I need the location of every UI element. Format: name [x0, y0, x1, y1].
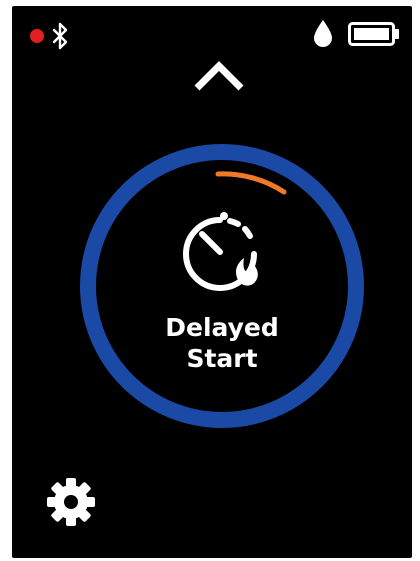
status-bar-left [30, 22, 68, 50]
mode-label: Delayed Start [165, 313, 279, 373]
gear-icon [47, 478, 95, 526]
battery-fill [354, 28, 389, 40]
delayed-start-timer-icon [183, 212, 258, 291]
bluetooth-icon [52, 22, 68, 50]
chevron-up-icon [194, 61, 244, 91]
recording-indicator-dot [30, 29, 44, 43]
water-drop-icon [314, 20, 332, 47]
scroll-up-button[interactable] [191, 58, 247, 94]
delayed-start-button[interactable]: Delayed Start [78, 142, 366, 430]
battery-icon [348, 22, 399, 46]
device-screen: Delayed Start [12, 6, 412, 558]
settings-button[interactable] [43, 474, 99, 530]
status-bar-right [312, 19, 400, 49]
progress-arc [215, 171, 287, 195]
